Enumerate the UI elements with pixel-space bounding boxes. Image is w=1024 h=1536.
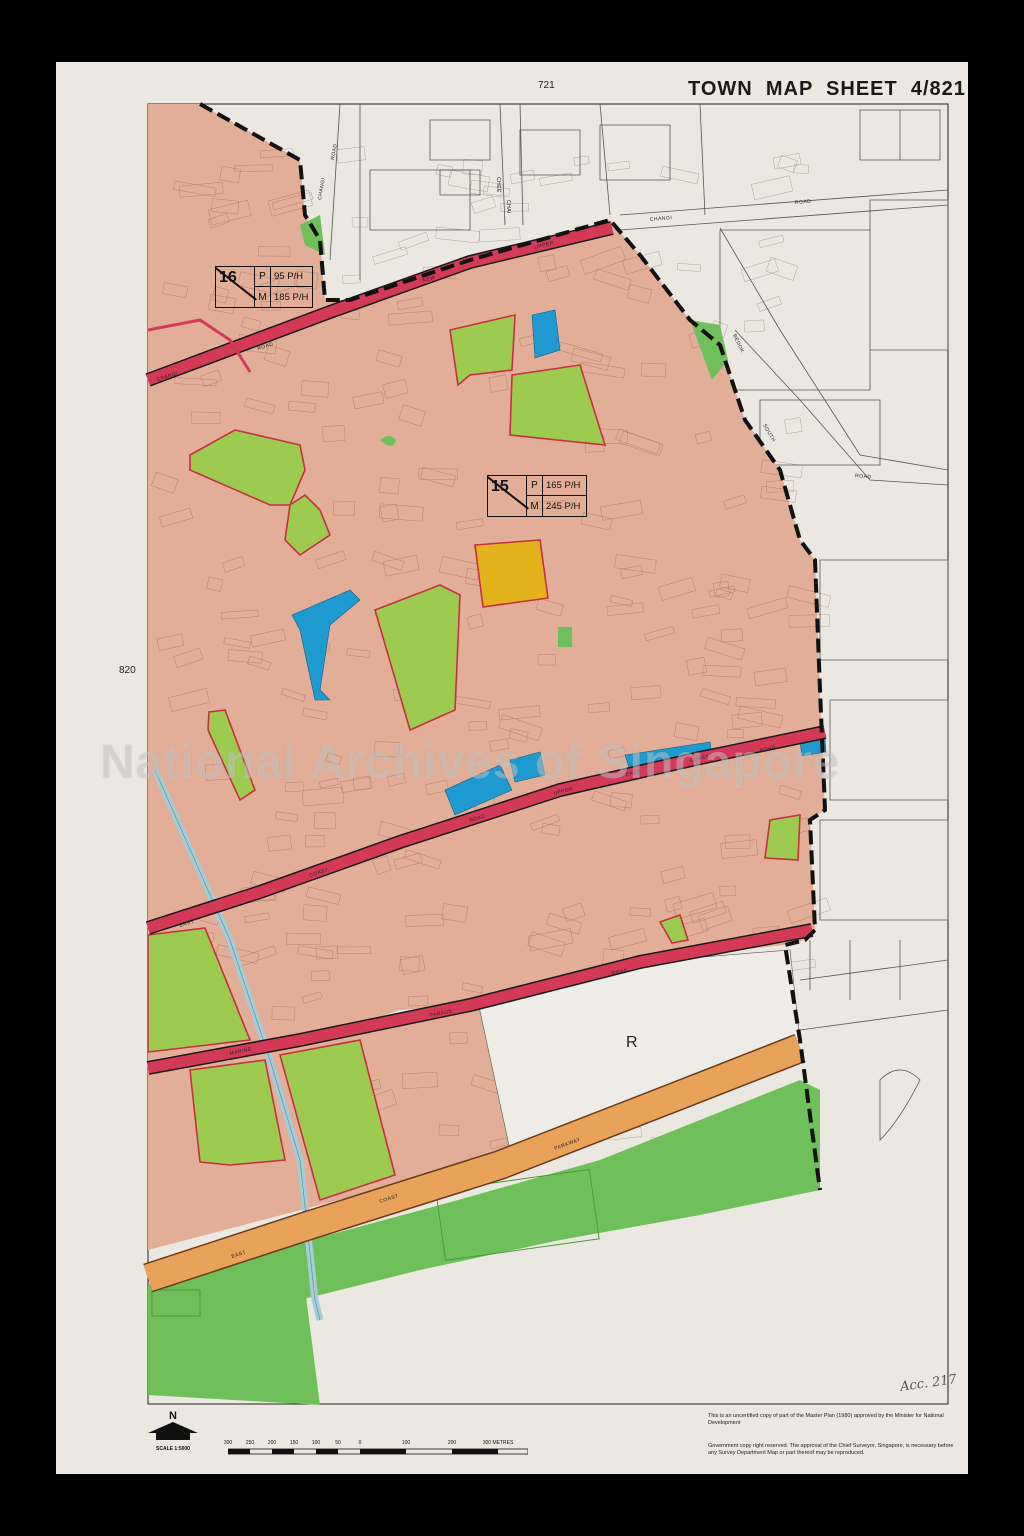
plot-density-value: 95 P/H xyxy=(270,267,312,287)
scale-tick-label: 200 xyxy=(447,1440,457,1446)
zone-r-label: R xyxy=(626,1034,638,1051)
scale-segment xyxy=(228,1449,250,1454)
scale-tick-label: 300 xyxy=(223,1440,233,1446)
plot-density-label: P xyxy=(526,476,542,496)
max-density-value: 185 P/H xyxy=(270,287,312,307)
scale-tick-label: 250 xyxy=(245,1440,255,1446)
scale-segment xyxy=(452,1449,498,1454)
scale-bar-graphic xyxy=(228,1448,528,1455)
svg-text:CHEE: CHEE xyxy=(495,177,501,193)
institutional-site xyxy=(474,539,549,608)
scale-segment xyxy=(316,1449,338,1454)
grid-number-top: 721 xyxy=(538,80,555,91)
copyright-note: Government copy right reserved. The appr… xyxy=(708,1443,954,1456)
master-plan-note: This is an uncertified copy of part of t… xyxy=(708,1413,944,1426)
north-arrow-icon xyxy=(148,1422,198,1440)
zone-density-box-16: 16 P 95 P/H M 185 P/H xyxy=(215,266,313,308)
north-arrow: N SCALE 1:5000 xyxy=(146,1410,200,1452)
scale-tick-label: 200 xyxy=(267,1440,277,1446)
north-label: N xyxy=(169,1410,177,1422)
sheet-title: TOWN MAP SHEET 4/821 xyxy=(688,78,966,100)
svg-text:CHAI: CHAI xyxy=(505,200,511,214)
scale-tick-label: 100 xyxy=(401,1440,411,1446)
scale-tick-label: 300 METRES xyxy=(482,1440,514,1446)
max-density-label: M xyxy=(254,287,270,307)
scale-ratio: SCALE 1:5000 xyxy=(156,1446,190,1452)
scale-tick-label: 100 xyxy=(311,1440,321,1446)
archive-watermark: National Archives of Singapore xyxy=(100,736,841,789)
zone-density-box-15: 15 P 165 P/H M 245 P/H xyxy=(487,475,587,517)
scale-segment xyxy=(272,1449,294,1454)
plot-density-label: P xyxy=(254,267,270,287)
map-sheet-stage: CHANGI ROAD CHEE CHAI CHANGI ROAD UPPER … xyxy=(0,0,1024,1536)
scale-bar: 300 250 200 150 100 50 0 100 200 300 METRES xyxy=(224,1440,528,1464)
max-density-label: M xyxy=(526,496,542,516)
max-density-value: 245 P/H xyxy=(542,496,586,516)
plot-density-value: 165 P/H xyxy=(542,476,586,496)
small-green-square xyxy=(558,627,572,647)
zone-number: 15 xyxy=(488,476,526,516)
scale-tick-label: 0 xyxy=(358,1440,362,1446)
scale-tick-label: 50 xyxy=(335,1440,341,1446)
scale-segment xyxy=(360,1449,406,1454)
grid-number-left: 820 xyxy=(119,665,136,676)
scale-tick-label: 150 xyxy=(289,1440,299,1446)
zone-number: 16 xyxy=(216,267,254,307)
